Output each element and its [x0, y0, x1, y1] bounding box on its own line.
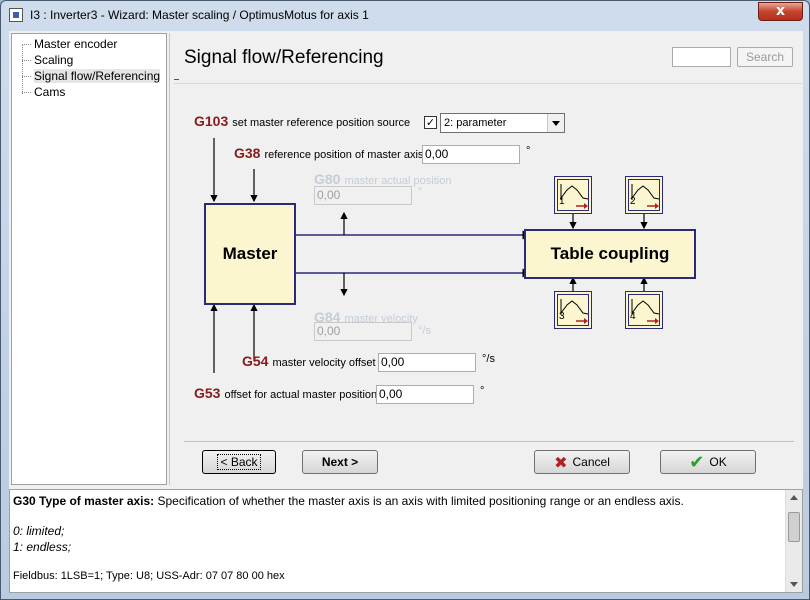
help-heading: G30 Type of master axis: Specification o…	[13, 494, 684, 508]
ok-button[interactable]: ✔ OK	[660, 450, 756, 474]
g53-unit: °	[480, 385, 485, 397]
g84-display: 0,00	[314, 322, 412, 341]
next-button[interactable]: Next >	[302, 450, 378, 474]
wizard-window: I3 : Inverter3 - Wizard: Master scaling …	[0, 0, 810, 600]
tree-item-signal-flow[interactable]: Signal flow/Referencing	[22, 68, 163, 84]
g80-display: 0,00	[314, 186, 412, 205]
cancel-button-label: Cancel	[572, 455, 610, 469]
g38-label: G38 reference position of master axis	[234, 145, 423, 161]
g80-code: G80	[314, 171, 341, 187]
app-icon	[9, 8, 23, 22]
window-title: I3 : Inverter3 - Wizard: Master scaling …	[30, 8, 369, 22]
main-panel: Signal flow/Referencing Search G103 set …	[169, 33, 802, 485]
g80-label: G80 master actual position	[314, 171, 451, 187]
tree-item-master-encoder[interactable]: Master encoder	[22, 36, 120, 52]
g84-unit: °/s	[418, 325, 431, 337]
navigation-tree: Master encoder Scaling Signal flow/Refer…	[11, 33, 167, 485]
table-coupling-block: Table coupling	[524, 229, 696, 279]
title-bar[interactable]: I3 : Inverter3 - Wizard: Master scaling …	[1, 1, 809, 30]
cam-number: 3	[559, 311, 565, 322]
scroll-thumb[interactable]	[788, 512, 800, 542]
back-button[interactable]: < Back	[202, 450, 276, 474]
g54-code: G54	[242, 353, 269, 369]
g38-text: reference position of master axis	[264, 149, 424, 161]
tree-item-scaling[interactable]: Scaling	[22, 52, 76, 68]
footer-separator	[184, 441, 794, 442]
next-button-label: Next >	[321, 455, 359, 469]
chevron-down-icon	[547, 114, 564, 132]
cam-2[interactable]: 2	[625, 176, 663, 214]
cam-4[interactable]: 4	[625, 291, 663, 329]
g53-code: G53	[194, 385, 221, 401]
g54-input[interactable]: 0,00	[378, 353, 476, 372]
tree-item-label: Signal flow/Referencing	[34, 69, 161, 83]
close-icon: x	[775, 3, 786, 19]
g103-select-value: 2: parameter	[444, 117, 507, 129]
tree-item-cams[interactable]: Cams	[22, 84, 68, 100]
g103-text: set master reference position source	[232, 117, 411, 129]
cam-number: 2	[630, 196, 636, 207]
ok-button-label: OK	[709, 455, 727, 469]
g103-label: G103 set master reference position source	[194, 113, 410, 129]
help-option-1: 1: endless;	[13, 540, 72, 554]
cam-number: 4	[630, 311, 636, 322]
g54-text: master velocity offset	[272, 357, 376, 369]
g38-input[interactable]: 0,00	[422, 145, 520, 164]
g80-unit: °	[418, 186, 423, 198]
tree-item-label: Cams	[34, 85, 66, 99]
scroll-down-icon[interactable]	[786, 576, 802, 592]
scroll-up-icon[interactable]	[786, 490, 802, 506]
g53-label: G53 offset for actual master position	[194, 385, 377, 401]
back-button-label: < Back	[217, 454, 261, 470]
g54-label: G54 master velocity offset	[242, 353, 376, 369]
cam-1[interactable]: 1	[554, 176, 592, 214]
g38-unit: °	[526, 145, 531, 157]
g38-code: G38	[234, 145, 261, 161]
g53-input[interactable]: 0,00	[376, 385, 474, 404]
client-area: Master encoder Scaling Signal flow/Refer…	[9, 31, 803, 593]
g54-unit: °/s	[482, 353, 495, 365]
help-option-0: 0: limited;	[13, 524, 65, 538]
cam-3[interactable]: 3	[554, 291, 592, 329]
master-block: Master	[204, 203, 296, 305]
help-title: G30 Type of master axis:	[13, 494, 155, 508]
cam-number: 1	[559, 196, 565, 207]
cancel-icon: ✖	[554, 452, 568, 472]
help-description: Specification of whether the master axis…	[154, 494, 684, 508]
tree-item-label: Scaling	[34, 53, 74, 67]
g103-checkbox[interactable]: ✓	[424, 116, 437, 129]
help-scrollbar[interactable]	[785, 490, 802, 592]
help-fieldbus: Fieldbus: 1LSB=1; Type: U8; USS-Adr: 07 …	[13, 570, 285, 582]
g103-code: G103	[194, 113, 229, 129]
cancel-button[interactable]: ✖ Cancel	[534, 450, 630, 474]
checkmark-icon: ✔	[689, 451, 705, 473]
g103-source-select[interactable]: 2: parameter	[440, 113, 565, 133]
tree-item-label: Master encoder	[34, 37, 118, 51]
g53-text: offset for actual master position	[224, 389, 378, 401]
close-button[interactable]: x	[758, 2, 803, 21]
parameter-help-box: G30 Type of master axis: Specification o…	[9, 489, 803, 593]
